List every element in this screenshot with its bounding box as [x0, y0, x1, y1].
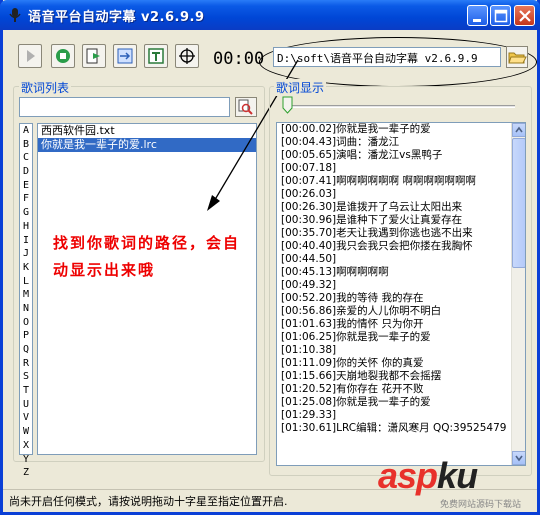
- window-title: 语音平台自动字幕 v2.6.9.9: [28, 10, 205, 25]
- progress-slider-thumb[interactable]: [282, 96, 293, 114]
- alphabet-letter[interactable]: H: [20, 220, 32, 234]
- watermark-tagline: 免费网站源码下载站: [440, 500, 522, 510]
- lyric-line: [00:40.40]我只会我只会把你搂在我胸怀: [281, 240, 473, 252]
- export-icon: [117, 48, 133, 64]
- scroll-up-button[interactable]: [512, 123, 525, 137]
- alphabet-letter[interactable]: X: [20, 439, 32, 453]
- lyric-line: [00:49.32]: [281, 279, 337, 291]
- lyric-line: [00:52.20]我的等待 我的存在: [281, 292, 424, 304]
- lyric-line: [01:15.66]天崩地裂我都不会摇摆: [281, 370, 442, 382]
- alphabet-letter[interactable]: G: [20, 206, 32, 220]
- minimize-icon: [473, 19, 481, 22]
- text-frame-icon: [148, 48, 164, 64]
- lyrics-path-field[interactable]: D:\soft\语音平台自动字幕 v2.6.9.9: [273, 47, 501, 67]
- lyric-line: [00:04.43]词曲：潘龙江: [281, 136, 400, 148]
- alphabet-letter[interactable]: A: [20, 124, 32, 138]
- lyric-line: [00:30.96]是谁种下了爱火让真爱存在: [281, 214, 463, 226]
- lyric-line: [01:06.25]你就是我一辈子的爱: [281, 331, 431, 343]
- alphabet-letter[interactable]: Q: [20, 343, 32, 357]
- lyric-line: [00:26.30]是谁拨开了乌云让太阳出来: [281, 201, 463, 213]
- app-window: 语音平台自动字幕 v2.6.9.9 00:00 D:\soft\语音平台自动字幕…: [0, 0, 540, 515]
- lyric-line: [00:26.03]: [281, 188, 337, 200]
- lyric-line: [01:01.63]我的情怀 只为你开: [281, 318, 424, 330]
- play-icon: [27, 50, 35, 62]
- start-mode-button[interactable]: [82, 44, 106, 68]
- lyric-line: [00:56.86]亲爱的人儿你明不明白: [281, 305, 442, 317]
- lyric-line: [01:11.09]你的关怀 你的真爱: [281, 357, 424, 369]
- lyric-line: [00:05.65]演唱：潘龙江vs黑鸭子: [281, 149, 443, 161]
- chevron-up-icon: [515, 126, 523, 133]
- stop-icon: [56, 49, 70, 63]
- watermark-logo: aspku 免费网站源码下载站: [378, 455, 538, 510]
- alphabet-letter[interactable]: B: [20, 138, 32, 152]
- lyrics-display-title: 歌词显示: [274, 79, 327, 96]
- alphabet-letter[interactable]: P: [20, 329, 32, 343]
- lyric-line: [01:25.08]你就是我一辈子的爱: [281, 396, 431, 408]
- title-bar[interactable]: 语音平台自动字幕 v2.6.9.9: [0, 0, 540, 30]
- alphabet-letter[interactable]: C: [20, 151, 32, 165]
- watermark-brand-b: ku: [437, 455, 478, 496]
- stop-button[interactable]: [51, 44, 75, 68]
- alphabet-letter[interactable]: O: [20, 316, 32, 330]
- folder-open-icon: [508, 52, 527, 64]
- annotation-text: 找到你歌词的路径，会自动显示出来哦: [53, 234, 241, 279]
- app-icon: [9, 8, 21, 22]
- play-button[interactable]: [18, 44, 42, 68]
- alphabet-letter[interactable]: N: [20, 302, 32, 316]
- alphabet-letter[interactable]: T: [20, 384, 32, 398]
- watermark-brand-a: asp: [378, 455, 438, 496]
- lyric-line: [01:30.61]LRC编辑：潇风寒月 QQ:39525479: [281, 422, 507, 434]
- alphabet-letter[interactable]: D: [20, 165, 32, 179]
- lyric-line: [00:45.13]啊啊啊啊啊: [281, 266, 389, 278]
- crosshair-icon: [179, 48, 195, 64]
- lyrics-scrollbar[interactable]: [511, 123, 525, 465]
- lyric-line: [00:44.50]: [281, 253, 337, 265]
- alphabet-letter[interactable]: R: [20, 357, 32, 371]
- minimize-button[interactable]: [467, 5, 488, 26]
- alphabet-letter[interactable]: I: [20, 234, 32, 248]
- alphabet-letter[interactable]: E: [20, 179, 32, 193]
- lyric-line: [00:35.70]老天让我遇到你逃也逃不出来: [281, 227, 473, 239]
- alphabet-letter[interactable]: L: [20, 275, 32, 289]
- alphabet-letter[interactable]: W: [20, 425, 32, 439]
- lyric-line: [00:07.18]: [281, 162, 337, 174]
- crosshair-drag-button[interactable]: [175, 44, 199, 68]
- browse-folder-button[interactable]: [506, 46, 528, 68]
- alphabet-letter[interactable]: U: [20, 398, 32, 412]
- alphabet-letter[interactable]: Y: [20, 453, 32, 467]
- alphabet-letter[interactable]: M: [20, 288, 32, 302]
- text-mode-button[interactable]: [144, 44, 168, 68]
- lyric-line: [01:10.38]: [281, 344, 337, 356]
- export-button[interactable]: [113, 44, 137, 68]
- close-button[interactable]: [514, 5, 535, 26]
- alphabet-letter[interactable]: J: [20, 247, 32, 261]
- progress-slider-track[interactable]: [283, 105, 515, 108]
- close-icon: [519, 10, 531, 22]
- lyric-line: [00:00.02]你就是我一辈子的爱: [281, 123, 431, 135]
- lyric-line: [00:07.41]啊啊啊啊啊啊 啊啊啊啊啊啊啊: [281, 175, 476, 187]
- maximize-button[interactable]: [490, 5, 511, 26]
- alphabet-letter[interactable]: S: [20, 370, 32, 384]
- scroll-thumb[interactable]: [512, 138, 525, 268]
- search-input[interactable]: [19, 97, 230, 117]
- lyric-line: [01:29.33]: [281, 409, 337, 421]
- lyric-line: [01:20.52]有你存在 花开不败: [281, 383, 424, 395]
- document-arrow-icon: [86, 48, 100, 64]
- alphabet-letter[interactable]: F: [20, 192, 32, 206]
- maximize-icon: [494, 9, 508, 23]
- lyrics-list-title: 歌词列表: [19, 79, 72, 96]
- alphabet-letter[interactable]: V: [20, 411, 32, 425]
- alphabet-letter[interactable]: K: [20, 261, 32, 275]
- alphabet-index: ABCDEFGHIJKLMNOPQRSTUVWXYZ: [19, 123, 33, 478]
- lyrics-display[interactable]: [00:00.02]你就是我一辈子的爱 [00:04.43]词曲：潘龙江 [00:0…: [276, 122, 526, 466]
- alphabet-letter[interactable]: Z: [20, 466, 32, 480]
